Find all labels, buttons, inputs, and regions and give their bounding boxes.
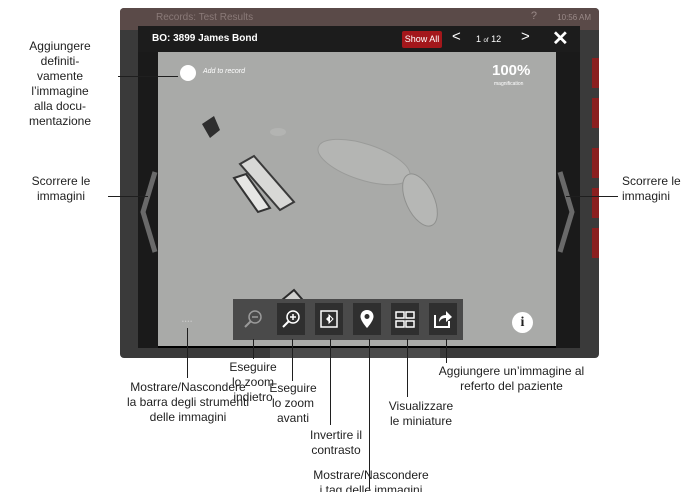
callout-text: referto del paziente (460, 379, 563, 393)
zoom-in-button[interactable] (277, 303, 305, 335)
leader-line (118, 76, 178, 77)
callout-text: alla docu- (33, 99, 87, 113)
callout-text: Eseguire (269, 381, 317, 395)
leader-line (187, 328, 188, 378)
leader-line (292, 339, 293, 381)
callout-scroll-left: Scorrere le immagini (18, 174, 104, 204)
background-title: Records: Test Results (156, 12, 254, 23)
callout-text: mentazione (28, 114, 92, 128)
help-icon: ? (530, 10, 537, 22)
leader-line (253, 339, 254, 359)
leader-line (446, 339, 447, 363)
image-tags-button[interactable] (353, 303, 381, 335)
callout-text: le miniature (389, 414, 453, 428)
callout-text: definiti- (40, 54, 80, 68)
show-all-button[interactable]: Show All (402, 31, 442, 48)
callout-text: Visualizzare (388, 399, 454, 413)
callout-text: i tag delle immagini (319, 483, 423, 492)
callout-text: Aggiungere un’immagine al (438, 364, 585, 378)
scroll-left-area[interactable] (138, 52, 158, 348)
grid-icon (395, 311, 415, 328)
previous-image-button[interactable]: < (452, 28, 461, 45)
callout-text: l’immagine (31, 84, 89, 98)
chevron-right-icon[interactable] (556, 52, 580, 348)
callout-image-tags: Mostrare/Nascondere i tag delle immagini (295, 468, 447, 492)
callout-add-to-report: Aggiungere un’immagine al referto del pa… (424, 364, 599, 394)
zoom-out-button[interactable] (239, 303, 267, 335)
callout-text: lo zoom (271, 396, 315, 410)
callout-text: Mostrare/Nascondere (313, 468, 429, 482)
page-indicator: 1 of 12 (476, 34, 501, 44)
callout-text: Scorrere le (31, 174, 91, 188)
next-image-button[interactable]: > (521, 28, 530, 45)
side-tab (592, 58, 599, 88)
side-tab (592, 98, 599, 128)
share-icon (434, 311, 452, 328)
leader-line (407, 339, 408, 397)
callout-text: immagini (36, 189, 85, 203)
callout-text: contrasto (311, 443, 361, 457)
add-to-record-toggle[interactable] (180, 65, 196, 81)
contrast-icon (320, 310, 338, 328)
magnification-value: 100% (492, 62, 531, 79)
add-to-report-button[interactable] (429, 303, 457, 335)
page-of: of (483, 38, 489, 44)
close-button[interactable]: ✕ (552, 26, 569, 51)
add-to-record-label[interactable]: Add to record (203, 68, 245, 75)
callout-zoom-in: Eseguire lo zoom avanti (257, 381, 329, 426)
callout-text: Invertire il (309, 428, 362, 442)
callout-invert-contrast: Invertire il contrasto (296, 428, 376, 458)
callout-text: Eseguire (229, 360, 277, 374)
clock: 10:56 AM (557, 13, 591, 22)
callout-text: Aggiungere (29, 39, 91, 53)
scroll-right-area[interactable] (556, 52, 580, 348)
image-toolbar (233, 299, 463, 340)
callout-text: avanti (276, 411, 310, 425)
leader-line (108, 196, 148, 197)
side-tab (592, 148, 599, 178)
page-total: 12 (491, 34, 502, 44)
zoom-out-icon (244, 310, 262, 328)
viewer-header: BO: 3899 James Bond Show All < 1 of 12 >… (138, 26, 580, 52)
leader-line (330, 339, 331, 425)
invert-contrast-button[interactable] (315, 303, 343, 335)
callout-add-image: Aggiungere definiti- vamente l’immagine … (2, 39, 118, 129)
callout-text: vamente (36, 69, 84, 83)
location-pin-icon (360, 310, 374, 328)
info-button[interactable]: i (512, 312, 533, 333)
callout-text: Scorrere le (622, 174, 681, 188)
leader-line (566, 196, 618, 197)
page-current: 1 (476, 34, 482, 44)
patient-label: BO: 3899 James Bond (152, 33, 258, 44)
chevron-left-icon[interactable] (138, 52, 158, 348)
side-tab (592, 228, 599, 258)
side-tab (592, 188, 599, 218)
callout-thumbnails: Visualizzare le miniature (376, 399, 466, 429)
leader-line (369, 339, 370, 489)
callout-scroll-right: Scorrere le immagini (622, 174, 699, 204)
callout-text: immagini (622, 189, 671, 203)
zoom-in-icon (282, 310, 300, 328)
thumbnails-button[interactable] (391, 303, 419, 335)
magnification-label: magnification (494, 81, 524, 87)
toolbar-toggle-handle[interactable]: •••• (182, 319, 193, 325)
